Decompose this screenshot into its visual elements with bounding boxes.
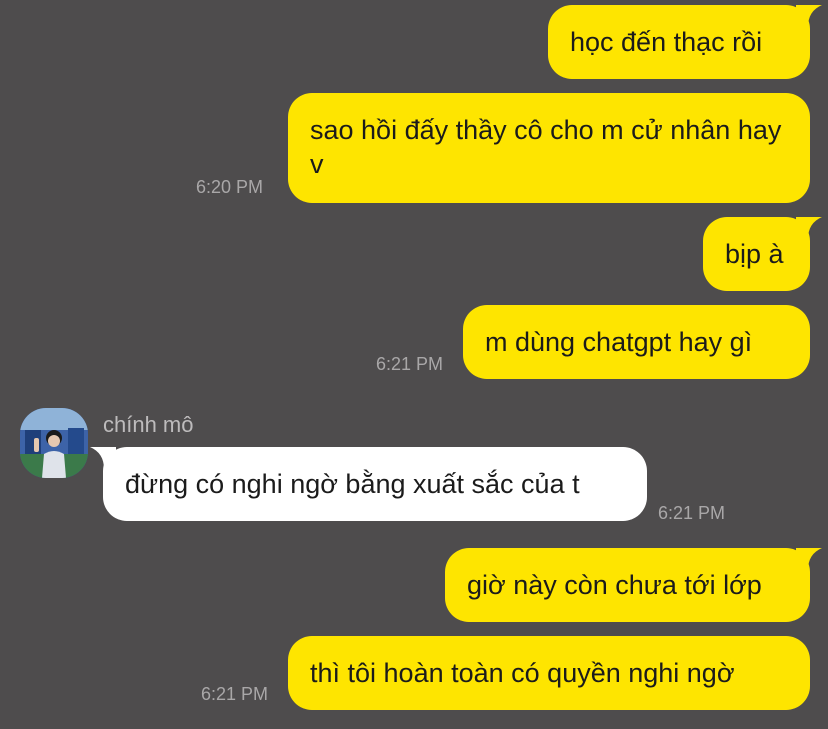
avatar[interactable] — [20, 408, 88, 478]
message-bubble-outgoing[interactable]: thì tôi hoàn toàn có quyền nghi ngờ — [288, 636, 810, 710]
message-text: đừng có nghi ngờ bằng xuất sắc của t — [125, 469, 580, 499]
message-text: bịp à — [725, 239, 784, 269]
message-text: học đến thạc rồi — [570, 27, 763, 57]
message-timestamp: 6:20 PM — [196, 177, 264, 197]
bubble-tail-outgoing — [796, 217, 822, 239]
message-bubble-outgoing[interactable]: m dùng chatgpt hay gì — [463, 305, 810, 379]
message-bubble-outgoing[interactable]: sao hồi đấy thầy cô cho m cử nhân hay v — [288, 93, 810, 203]
message-timestamp: 6:21 PM — [658, 503, 726, 523]
message-text: sao hồi đấy thầy cô cho m cử nhân hay v — [310, 115, 782, 179]
message-text: thì tôi hoàn toàn có quyền nghi ngờ — [310, 658, 735, 688]
avatar-photo-icon — [20, 408, 88, 478]
message-bubble-outgoing[interactable]: học đến thạc rồi — [548, 5, 810, 79]
bubble-tail-outgoing — [796, 548, 822, 570]
bubble-tail-outgoing — [796, 5, 822, 27]
message-bubble-incoming[interactable]: đừng có nghi ngờ bằng xuất sắc của t — [103, 447, 647, 521]
message-timestamp: 6:21 PM — [376, 354, 444, 374]
message-bubble-outgoing[interactable]: bịp à — [703, 217, 810, 291]
message-bubble-outgoing[interactable]: giờ này còn chưa tới lớp — [445, 548, 810, 622]
message-text: m dùng chatgpt hay gì — [485, 327, 753, 357]
sender-name: chính mô — [103, 412, 194, 437]
bubble-tail-incoming — [90, 447, 116, 469]
message-text: giờ này còn chưa tới lớp — [467, 570, 762, 600]
message-timestamp: 6:21 PM — [201, 684, 269, 704]
